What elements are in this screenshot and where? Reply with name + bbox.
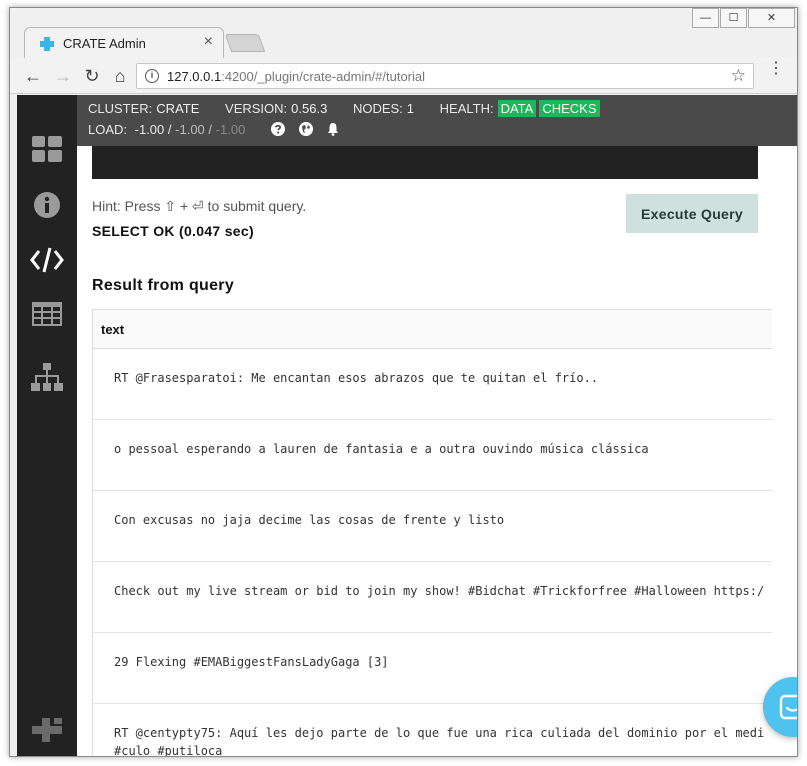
crate-favicon-icon [40,37,54,51]
health-checks-badge[interactable]: CHECKS [539,100,600,117]
query-result-status: SELECT OK (0.047 sec) [92,223,254,239]
forward-button[interactable]: → [52,65,74,87]
cell-text: o pessoal esperando a lauren de fantasia… [114,442,649,456]
back-button[interactable]: ← [22,65,44,87]
address-bar[interactable]: i 127.0.0.1:4200/_plugin/crate-admin/#/t… [136,63,754,89]
url-text[interactable]: 127.0.0.1:4200/_plugin/crate-admin/#/tut… [167,69,425,84]
info-icon [34,192,60,218]
main-content: CLUSTER: CRATE VERSION: 0.56.3 NODES: 1 HEA… [77,95,797,757]
close-window-button[interactable]: ✕ [748,8,795,28]
cell-text: Check out my live stream or bid to join … [114,584,765,598]
cell-text: 29 Flexing #EMABiggestFansLadyGaga [3] [114,655,389,669]
health-label: HEALTH: [439,101,494,116]
cell-text-continued: #culo #putiloca [114,744,223,757]
url-path: :4200/_plugin/crate-admin/#/tutorial [221,69,426,84]
column-header-text[interactable]: text [93,309,772,349]
browser-toolbar: ← → ↻ ⌂ i 127.0.0.1:4200/_plugin/crate-a… [10,58,797,94]
code-icon [30,247,64,273]
sidebar [17,95,77,756]
sidebar-crate-logo[interactable] [29,712,65,748]
sidebar-item-console[interactable] [29,242,65,278]
load-1min: -1.00 [134,122,165,137]
cell-text: Con excusas no jaja decime las cosas de … [114,513,505,527]
bookmark-star-icon[interactable]: ☆ [731,66,746,86]
browser-tab[interactable]: CRATE Admin × [24,27,224,58]
crate-admin-app: CLUSTER: CRATE VERSION: 0.56.3 NODES: 1 HEA… [17,95,797,757]
table-icon [32,302,62,326]
globe-icon[interactable] [298,122,313,136]
crate-logo-icon [32,718,62,742]
health-data-badge[interactable]: DATA [497,100,537,117]
table-row: Con excusas no jaja decime las cosas de … [93,491,772,562]
query-editor[interactable] [92,146,758,179]
cluster-value: CRATE [156,101,200,116]
title-bar: CRATE Admin × — ☐ ✕ [10,8,797,58]
sidebar-item-overview[interactable] [29,131,65,167]
cluster-label: CLUSTER: [88,101,153,116]
help-icon[interactable] [270,122,285,136]
maximize-button[interactable]: ☐ [720,8,747,28]
site-info-icon[interactable]: i [145,69,159,83]
minimize-button[interactable]: — [692,8,719,28]
browser-menu-icon[interactable]: ⋮ [768,61,784,77]
grid-icon [32,136,62,162]
sidebar-item-cluster[interactable] [29,359,65,395]
load-15min: -1.00 [215,122,246,137]
hierarchy-icon [31,363,63,391]
load-separator: / [167,122,172,137]
table-row: 29 Flexing #EMABiggestFansLadyGaga [3] [93,633,772,704]
browser-window: CRATE Admin × — ☐ ✕ ← → ↻ ⌂ i 127.0.0.1:… [9,7,798,757]
table-row: Check out my live stream or bid to join … [93,562,772,633]
load-separator: / [208,122,213,137]
nodes-label: NODES: [352,101,403,116]
execute-query-button[interactable]: Execute Query [626,194,758,233]
nodes-value: 1 [406,101,415,116]
reload-button[interactable]: ↻ [81,65,103,87]
cell-text: RT @centypty75: Aquí les dejo parte de l… [114,726,765,740]
chat-icon [779,694,797,720]
sidebar-item-information[interactable] [29,187,65,223]
submit-hint: Hint: Press ⇧ + ⏎ to submit query. [92,198,307,214]
home-button[interactable]: ⌂ [109,65,131,87]
table-row: RT @Frasesparatoi: Me encantan esos abra… [93,349,772,420]
cell-text: RT @Frasesparatoi: Me encantan esos abra… [114,371,599,385]
result-title: Result from query [92,277,235,294]
table-row: RT @centypty75: Aquí les dejo parte de l… [93,704,772,757]
version-value: 0.56.3 [291,101,328,116]
cluster-status-bar: CLUSTER: CRATE VERSION: 0.56.3 NODES: 1 HEA… [77,95,797,146]
result-table: text RT @Frasesparatoi: Me encantan esos… [92,309,772,757]
status-line-load: LOAD: -1.00 / -1.00 / -1.00 [88,122,340,137]
new-tab-button[interactable] [224,34,266,52]
status-line-cluster: CLUSTER: CRATE VERSION: 0.56.3 NODES: 1 HEA… [88,100,603,117]
table-row: o pessoal esperando a lauren de fantasia… [93,420,772,491]
load-5min: -1.00 [175,122,205,137]
bell-icon[interactable] [326,122,340,136]
sidebar-item-tables[interactable] [29,296,65,332]
load-label: LOAD: [88,122,128,137]
url-host: 127.0.0.1 [167,69,222,84]
tab-close-icon[interactable]: × [204,33,213,51]
tab-title: CRATE Admin [63,36,146,51]
version-label: VERSION: [225,101,288,116]
